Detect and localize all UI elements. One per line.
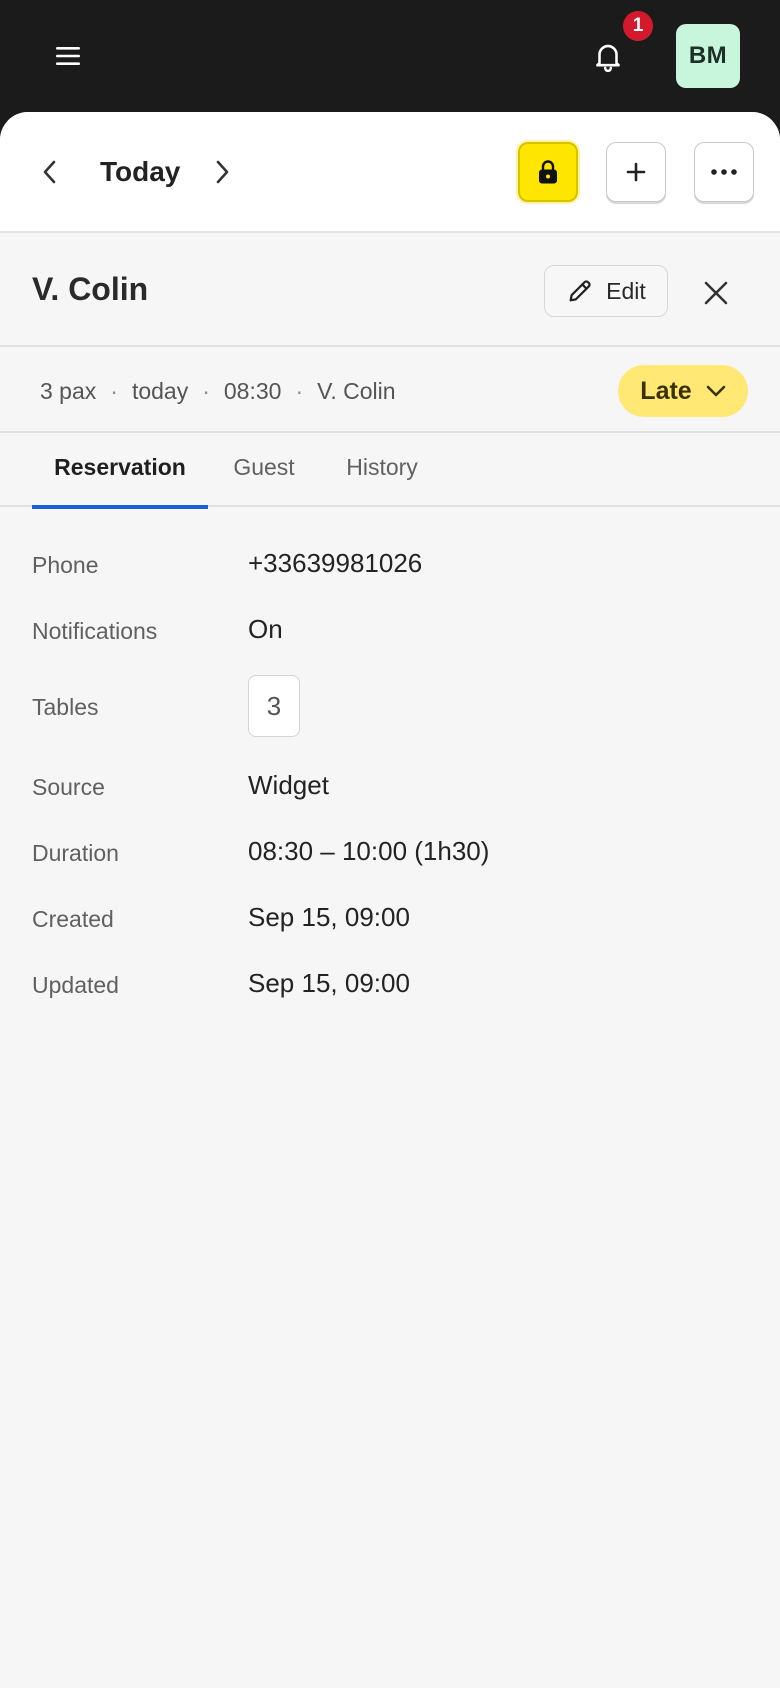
close-icon <box>704 281 728 305</box>
hamburger-menu-button[interactable] <box>40 30 96 82</box>
summary-pax: 3 pax <box>40 378 97 404</box>
tables-label: Tables <box>32 694 99 720</box>
notifications-value: On <box>248 614 283 644</box>
table-chip[interactable]: 3 <box>248 675 300 737</box>
edit-button[interactable]: Edit <box>544 265 668 317</box>
top-app-bar: 1 BM <box>0 0 780 112</box>
tab-history[interactable]: History <box>334 433 430 507</box>
chevron-down-icon <box>706 385 726 397</box>
source-value: Widget <box>248 770 329 800</box>
summary-separator: · <box>295 378 304 404</box>
date-title[interactable]: Today <box>100 152 180 192</box>
date-navigation: Today <box>0 112 780 233</box>
updated-label: Updated <box>32 972 119 998</box>
phone-label: Phone <box>32 552 99 578</box>
guest-name-title: V. Colin <box>32 271 149 307</box>
summary-guest: V. Colin <box>317 378 396 404</box>
add-reservation-button[interactable] <box>606 142 666 202</box>
plus-icon <box>626 162 646 182</box>
status-label: Late <box>640 376 692 405</box>
summary-day: today <box>131 378 189 404</box>
previous-day-button[interactable] <box>26 148 74 196</box>
phone-value[interactable]: +33639981026 <box>248 545 422 581</box>
tab-reservation[interactable]: Reservation <box>32 433 208 509</box>
bell-icon <box>596 44 620 73</box>
reservation-header: V. Colin Edit <box>0 233 780 347</box>
reservation-tabs: Reservation Guest History <box>0 433 780 509</box>
edit-button-label: Edit <box>606 277 646 304</box>
source-label: Source <box>32 774 105 800</box>
more-options-button[interactable] <box>694 142 754 202</box>
status-dropdown[interactable]: Late <box>618 365 748 417</box>
pencil-icon <box>569 280 591 302</box>
chevron-left-icon <box>43 160 56 184</box>
lock-icon <box>539 160 557 184</box>
summary-separator: · <box>110 378 118 404</box>
chevron-right-icon <box>216 160 229 184</box>
more-horizontal-icon <box>711 169 737 175</box>
reservation-summary: 3 pax · today · 08:30 · V. Colin Late <box>0 347 780 433</box>
tab-guest[interactable]: Guest <box>222 433 306 507</box>
user-avatar[interactable]: BM <box>676 24 740 88</box>
duration-label: Duration <box>32 840 119 866</box>
lock-button[interactable] <box>518 142 578 202</box>
created-label: Created <box>32 906 114 932</box>
close-button[interactable] <box>690 267 742 319</box>
hamburger-icon <box>56 47 80 65</box>
summary-separator: · <box>202 378 210 404</box>
summary-time: 08:30 <box>223 378 282 404</box>
next-day-button[interactable] <box>198 148 246 196</box>
created-value: Sep 15, 09:00 <box>248 902 410 932</box>
duration-value: 08:30 – 10:00 (1h30) <box>248 836 490 866</box>
summary-line: 3 pax · today · 08:30 · V. Colin <box>40 375 396 407</box>
notifications-label: Notifications <box>32 618 158 644</box>
reservation-sheet: Today V. Colin Edit 3 pax · today · 08:3… <box>0 112 780 1688</box>
notification-count-badge: 1 <box>623 11 653 41</box>
updated-value: Sep 15, 09:00 <box>248 968 410 998</box>
